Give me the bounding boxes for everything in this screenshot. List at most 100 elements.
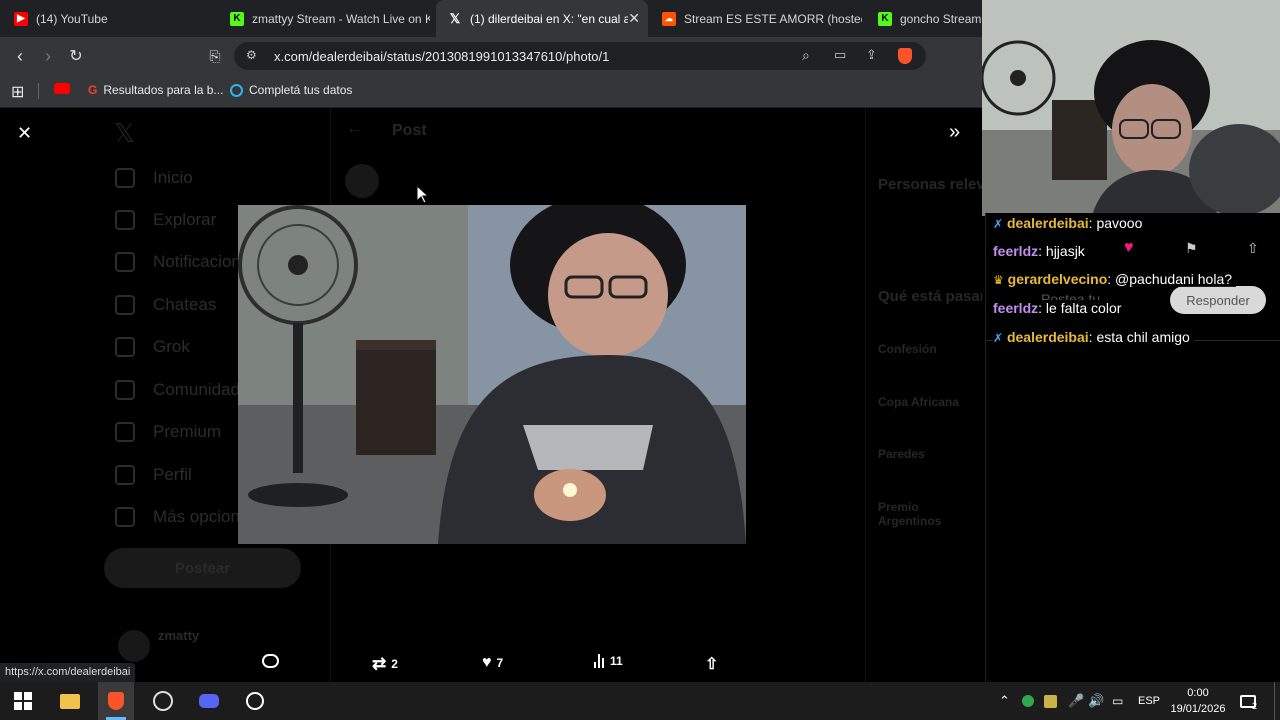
sidebar-item-mas: Más opciones xyxy=(115,507,258,527)
share-button[interactable]: ⇧ xyxy=(705,654,718,674)
tab-kick-zmattyy[interactable]: K zmattyy Stream - Watch Live on K xyxy=(222,0,430,37)
clock[interactable]: 0:00 19/01/2026 xyxy=(1166,682,1230,720)
cast-icon[interactable]: ▭ xyxy=(834,47,846,63)
page-content: 𝕏 Inicio Explorar Notificaciones Chateas… xyxy=(0,108,982,682)
network-icon[interactable]: ▭ xyxy=(1112,682,1123,720)
notifications-icon[interactable]: 2 xyxy=(1240,682,1257,720)
url-text: x.com/dealerdeibai/status/20130819910133… xyxy=(274,49,610,64)
bookmark-label: Completá tus datos xyxy=(249,83,353,97)
forward-icon[interactable]: › xyxy=(38,46,58,66)
chat-username[interactable]: gerardelvecino xyxy=(1008,271,1108,287)
clock-app-icon[interactable] xyxy=(243,689,267,713)
chat-message: feerldz: hjjasjk xyxy=(993,243,1089,259)
trends-header: Qué está pasando xyxy=(878,288,982,305)
tab-kick-goncho[interactable]: K goncho Stream - xyxy=(870,0,982,37)
crown-badge-icon: ♛ xyxy=(993,273,1004,287)
home-icon xyxy=(115,168,135,188)
people-icon xyxy=(115,380,135,400)
side-share-icon: ⇧ xyxy=(1247,240,1259,256)
tab-soundcloud[interactable]: ☁ Stream ES ESTE AMORR (hosted b xyxy=(654,0,862,37)
bookmark-icon[interactable]: ⎘ xyxy=(205,46,225,66)
side-heart-icon: ♥ xyxy=(1124,239,1134,256)
language-indicator[interactable]: ESP xyxy=(1138,682,1160,720)
chat-message: feerldz: le falta color xyxy=(993,300,1126,316)
chat-username[interactable]: dealerdeibai xyxy=(1007,215,1089,231)
heart-icon: ♥ xyxy=(482,654,492,671)
tray-app-icon[interactable] xyxy=(1044,682,1057,720)
bookmark-google-results[interactable]: G Resultados para la b... xyxy=(88,83,223,97)
obs-icon[interactable] xyxy=(151,689,175,713)
chat-text: pavooo xyxy=(1096,215,1143,231)
search-icon xyxy=(115,210,135,230)
tray-chevron-icon[interactable]: ⌃ xyxy=(999,682,1010,720)
close-media-icon[interactable]: ✕ xyxy=(17,123,32,144)
sidebar-item-comunidades: Comunidades xyxy=(115,380,258,400)
tab-youtube[interactable]: ▶ (14) YouTube xyxy=(6,0,216,37)
media-photo[interactable] xyxy=(238,205,746,544)
share-icon[interactable]: ⇪ xyxy=(866,47,877,63)
sword-badge-icon: ✗ xyxy=(993,217,1004,231)
tab-x-post[interactable]: 𝕏 (1) dilerdeibai en X: "en cual a ✕ xyxy=(436,0,648,37)
address-bar[interactable]: ⚙ x.com/dealerdeibai/status/201308199101… xyxy=(234,42,926,70)
tray-green-icon[interactable] xyxy=(1022,682,1034,720)
close-tab-icon[interactable]: ✕ xyxy=(628,10,640,27)
x-premium-icon xyxy=(115,422,135,442)
file-explorer-icon[interactable] xyxy=(58,689,82,713)
bookmark-youtube[interactable] xyxy=(54,83,70,94)
youtube-icon: ▶ xyxy=(14,11,28,26)
bookmark-complete-data[interactable]: Completá tus datos xyxy=(230,83,352,97)
chat-text: hjjasjk xyxy=(1045,243,1085,259)
grok-icon xyxy=(115,337,135,357)
circle-icon xyxy=(230,83,243,97)
chat-username[interactable]: feerldz xyxy=(993,300,1038,316)
clock-time: 0:00 xyxy=(1187,687,1209,699)
taskbar: ⌃ 🎤 🔊 ▭ ESP 0:00 19/01/2026 2 xyxy=(0,682,1280,720)
volume-icon[interactable]: 🔊 xyxy=(1088,682,1104,720)
reply-button[interactable] xyxy=(262,654,285,668)
trend-item: Premio Argentinos xyxy=(878,500,942,528)
site-settings-icon[interactable]: ⚙ xyxy=(246,48,257,62)
back-arrow-icon: ← xyxy=(346,120,362,137)
zoom-icon[interactable]: ⌕ xyxy=(802,47,810,64)
x-logo-icon: 𝕏 xyxy=(114,118,135,148)
brave-browser-icon[interactable] xyxy=(98,682,134,720)
apps-grid-icon[interactable]: ⊞ xyxy=(11,82,24,102)
windows-start-icon[interactable] xyxy=(11,689,35,713)
mouse-cursor-icon xyxy=(416,184,430,209)
trend-item: Paredes xyxy=(878,447,925,461)
repost-icon: ⇄ xyxy=(372,654,387,673)
sidebar-item-inicio: Inicio xyxy=(115,168,193,188)
reload-icon[interactable]: ↻ xyxy=(66,46,86,66)
trend-item: Copa Africana xyxy=(878,395,959,409)
clock-date: 19/01/2026 xyxy=(1170,703,1226,715)
reply-button[interactable]: Responder xyxy=(1170,286,1266,314)
back-icon[interactable]: ‹ xyxy=(10,46,30,66)
sidebar-item-explorar: Explorar xyxy=(115,210,216,230)
expand-sidebar-icon[interactable]: » xyxy=(949,121,960,144)
right-column-border xyxy=(865,108,866,682)
repost-button[interactable]: ⇄ 2 xyxy=(372,654,398,674)
bell-icon xyxy=(115,252,135,272)
account-name: zmatty xyxy=(158,628,200,643)
chat-username[interactable]: dealerdeibai xyxy=(1007,329,1089,345)
sidebar-item-premium: Premium xyxy=(115,422,221,442)
show-desktop-strip[interactable] xyxy=(1274,682,1275,720)
account-avatar xyxy=(118,630,150,662)
analytics-icon xyxy=(594,654,604,668)
chat-message: ✗ dealerdeibai: pavooo xyxy=(993,215,1143,231)
views-count: 11 xyxy=(610,654,623,668)
webcam-overlay xyxy=(982,0,1280,216)
chat-message: ♛ gerardelvecino: @pachudani hola? xyxy=(993,271,1237,287)
link-status-bar: https://x.com/dealerdeibai xyxy=(0,663,136,682)
views-button[interactable]: 11 xyxy=(594,654,623,668)
discord-icon[interactable] xyxy=(197,689,221,713)
chat-username[interactable]: feerldz xyxy=(993,243,1038,259)
like-button[interactable]: ♥ 7 xyxy=(482,654,503,672)
sidebar-item-grok: Grok xyxy=(115,337,190,357)
post-header: Post xyxy=(392,122,427,139)
chat-text: le falta color xyxy=(1045,300,1122,316)
microphone-icon[interactable]: 🎤 xyxy=(1068,682,1084,720)
post-button-dimmed: Postear xyxy=(104,548,301,588)
brave-shield-icon[interactable] xyxy=(898,48,912,64)
mail-icon xyxy=(115,295,135,315)
